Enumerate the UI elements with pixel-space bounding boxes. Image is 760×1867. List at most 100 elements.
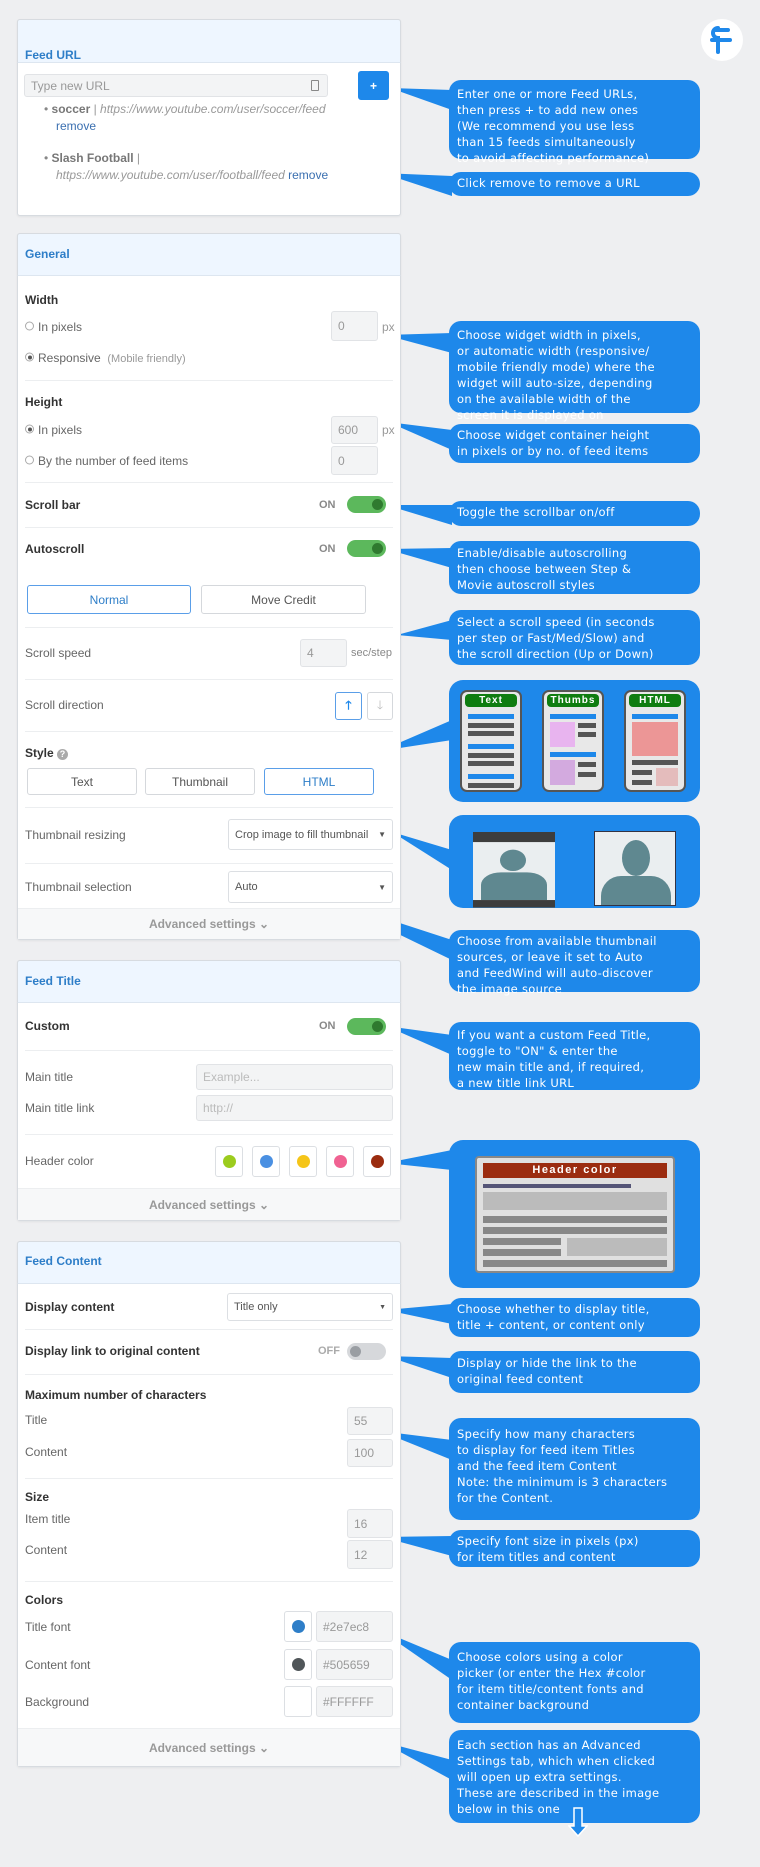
style-text-button[interactable]: Text	[27, 768, 137, 795]
scroll-down-button[interactable]: 🡓	[367, 692, 393, 720]
chevron-down-icon: ⌄	[258, 1740, 270, 1755]
content-font-hex-input[interactable]: #505659	[316, 1649, 393, 1680]
responsive-radio[interactable]	[25, 352, 34, 362]
scroll-speed-input[interactable]: 4	[300, 639, 347, 667]
header-color-swatch[interactable]	[215, 1146, 243, 1177]
advanced-settings-toggle[interactable]: Advanced settings ⌄	[18, 1188, 400, 1220]
callout-remove: Click remove to remove a URL	[449, 172, 700, 196]
divider	[25, 731, 393, 732]
custom-state: ON	[319, 1020, 336, 1032]
callout-thumbnail-selection: Choose from available thumbnail sources,…	[449, 930, 700, 996]
size-content-label: Content	[25, 1543, 68, 1557]
divider	[25, 380, 393, 381]
style-html-button[interactable]: HTML	[264, 768, 374, 795]
callout-max-chars: Specify how many characters to display f…	[449, 1418, 700, 1520]
autoscroll-toggle[interactable]	[347, 540, 386, 557]
thumbnail-selection-select[interactable]: Auto ▼	[228, 871, 393, 903]
chevron-down-icon: ⌄	[258, 917, 270, 931]
feed-name: Slash Football	[51, 151, 134, 165]
size-label: Size	[25, 1490, 50, 1504]
header-color-swatch[interactable]	[252, 1146, 280, 1177]
panel-title: Feed URL	[25, 48, 82, 62]
remove-link[interactable]: remove	[56, 119, 96, 133]
callout-height: Choose widget container height in pixels…	[449, 424, 700, 463]
callout-display-link: Display or hide the link to the original…	[449, 1351, 700, 1393]
display-content-select[interactable]: Title only ▼	[227, 1293, 393, 1321]
remove-link[interactable]: remove	[288, 168, 328, 182]
thumbnail-illustration	[449, 815, 700, 908]
items-input[interactable]: 0	[331, 446, 378, 475]
height-pixels-radio[interactable]	[25, 424, 34, 434]
main-title-link-input[interactable]: http://	[196, 1095, 393, 1121]
background-color-picker[interactable]	[284, 1686, 312, 1717]
style-thumbnail-button[interactable]: Thumbnail	[145, 768, 255, 795]
max-content-input[interactable]: 100	[347, 1439, 393, 1467]
autoscroll-label: Autoscroll	[25, 542, 85, 556]
max-content-label: Content	[25, 1445, 68, 1459]
advanced-settings-toggle[interactable]: Advanced settings ⌄	[18, 1728, 400, 1766]
header-color-label: Header color	[25, 1154, 94, 1168]
style-label: Style ?	[25, 746, 69, 760]
feedwind-logo	[701, 19, 743, 61]
content-font-color-picker[interactable]	[284, 1649, 312, 1680]
height-input[interactable]: 600	[331, 416, 378, 444]
thumbnail-selection-label: Thumbnail selection	[25, 880, 132, 894]
person-icon	[473, 832, 555, 908]
feed-url: https://www.youtube.com/user/soccer/feed	[100, 102, 326, 116]
title-font-color-picker[interactable]	[284, 1611, 312, 1642]
divider	[25, 482, 393, 483]
height-items-label: By the number of feed items	[38, 454, 189, 468]
main-title-link-label: Main title link	[25, 1101, 95, 1115]
mode-move-credit-button[interactable]: Move Credit	[201, 585, 366, 614]
scroll-direction-label: Scroll direction	[25, 698, 104, 712]
max-title-input[interactable]: 55	[347, 1407, 393, 1435]
add-url-button[interactable]: +	[358, 71, 389, 100]
url-placeholder: Type new URL	[31, 78, 110, 93]
contacts-icon	[311, 80, 319, 91]
callout-scroll-speed: Select a scroll speed (in seconds per st…	[449, 610, 700, 665]
person-icon	[594, 831, 676, 906]
feed-list-item: • Slash Football | https://www.youtube.c…	[44, 151, 329, 182]
display-link-toggle[interactable]	[347, 1343, 386, 1360]
help-icon[interactable]: ?	[57, 749, 69, 760]
divider	[25, 627, 393, 628]
title-font-label: Title font	[25, 1620, 71, 1634]
header-color-sample: Header color	[483, 1163, 667, 1178]
arrow-down-icon: 🡓	[376, 697, 384, 712]
divider	[25, 527, 393, 528]
callout-size: Specify font size in pixels (px) for ite…	[449, 1530, 700, 1567]
colors-label: Colors	[25, 1593, 64, 1607]
mode-normal-button[interactable]: Normal	[27, 585, 191, 614]
width-pixels-radio[interactable]	[25, 321, 34, 331]
responsive-label: Responsive (Mobile friendly)	[38, 351, 186, 365]
max-title-label: Title	[25, 1413, 48, 1427]
background-hex-input[interactable]: #FFFFFF	[316, 1686, 393, 1717]
header-color-swatch[interactable]	[326, 1146, 354, 1177]
divider	[25, 863, 393, 864]
header-color-swatch[interactable]	[363, 1146, 391, 1177]
width-input[interactable]: 0	[331, 311, 378, 341]
chevron-down-icon: ⌄	[258, 1197, 270, 1212]
title-font-hex-input[interactable]: #2e7ec8	[316, 1611, 393, 1642]
px-unit: px	[382, 320, 395, 334]
height-pixels-label: In pixels	[38, 423, 83, 437]
scrollbar-state: ON	[319, 499, 336, 511]
html-style-phone: HTML	[624, 690, 686, 792]
callout-feed-urls: Enter one or more Feed URLs, then press …	[449, 80, 700, 165]
height-items-radio[interactable]	[25, 455, 34, 465]
callout-display-content: Choose whether to display title, title +…	[449, 1298, 700, 1337]
caret-down-icon: ▼	[379, 1303, 386, 1311]
size-content-input[interactable]: 12	[347, 1540, 393, 1569]
main-title-input[interactable]: Example...	[196, 1064, 393, 1090]
url-input[interactable]: Type new URL	[24, 74, 328, 97]
size-item-input[interactable]: 16	[347, 1509, 393, 1538]
custom-title-toggle[interactable]	[347, 1018, 386, 1035]
thumbs-style-phone: Thumbs	[542, 690, 604, 792]
scroll-up-button[interactable]: 🡑	[335, 692, 362, 720]
panel-title: General	[25, 247, 70, 261]
scrollbar-toggle[interactable]	[347, 496, 386, 513]
header-color-swatch[interactable]	[289, 1146, 317, 1177]
display-link-label: Display link to original content	[25, 1344, 200, 1358]
advanced-settings-toggle[interactable]: Advanced settings ⌄	[18, 908, 400, 939]
thumbnail-resizing-select[interactable]: Crop image to fill thumbnail ▼	[228, 819, 393, 850]
